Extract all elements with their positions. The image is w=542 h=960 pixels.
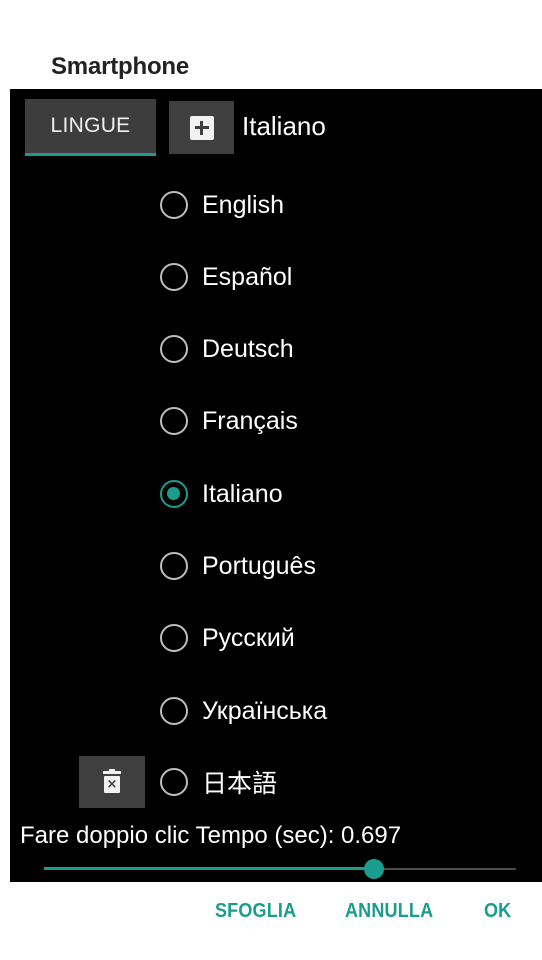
dialog-content: LINGUE Italiano English Español Deutsch … bbox=[10, 89, 542, 882]
radio-button[interactable] bbox=[160, 335, 188, 363]
slider-thumb[interactable] bbox=[364, 859, 384, 879]
language-option-english[interactable]: English bbox=[160, 185, 284, 225]
double-click-time-slider[interactable] bbox=[44, 856, 516, 882]
language-option-french[interactable]: Français bbox=[160, 401, 298, 441]
language-dialog: Smartphone LINGUE Italiano English Españ… bbox=[0, 0, 542, 960]
language-option-label: Русский bbox=[202, 623, 295, 652]
language-option-italian[interactable]: Italiano bbox=[160, 474, 283, 514]
ok-button[interactable]: OK bbox=[484, 900, 511, 923]
current-language-label: Italiano bbox=[242, 111, 326, 141]
trash-icon: × bbox=[103, 769, 121, 793]
delete-language-button[interactable]: × bbox=[79, 756, 145, 808]
lingue-tab-button[interactable]: LINGUE bbox=[25, 99, 156, 156]
radio-button[interactable] bbox=[160, 191, 188, 219]
language-option-ukrainian[interactable]: Українська bbox=[160, 691, 327, 731]
cancel-button[interactable]: ANNULLA bbox=[345, 900, 433, 923]
radio-button[interactable] bbox=[160, 263, 188, 291]
language-option-russian[interactable]: Русский bbox=[160, 618, 295, 658]
language-option-portuguese[interactable]: Português bbox=[160, 546, 316, 586]
radio-button[interactable] bbox=[160, 407, 188, 435]
radio-button[interactable] bbox=[160, 624, 188, 652]
language-option-label: Français bbox=[202, 406, 298, 435]
radio-button-selected[interactable] bbox=[160, 480, 188, 508]
double-click-time-label: Fare doppio clic Tempo (sec): 0.697 bbox=[20, 822, 402, 849]
language-option-label: English bbox=[202, 190, 284, 219]
add-language-button[interactable] bbox=[169, 101, 234, 154]
language-option-japanese[interactable]: 日本語 bbox=[160, 762, 277, 802]
browse-button[interactable]: SFOGLIA bbox=[215, 900, 296, 923]
language-option-label: Українська bbox=[202, 696, 328, 725]
language-option-spanish[interactable]: Español bbox=[160, 257, 292, 297]
radio-button[interactable] bbox=[160, 697, 188, 725]
language-option-label: Português bbox=[202, 551, 316, 580]
plus-icon bbox=[189, 115, 214, 140]
dialog-title: Smartphone bbox=[51, 53, 190, 80]
language-option-label: 日本語 bbox=[202, 770, 278, 798]
language-option-label: Italiano bbox=[202, 479, 283, 508]
language-option-label: Español bbox=[202, 262, 293, 291]
language-option-label: Deutsch bbox=[202, 334, 294, 363]
language-option-german[interactable]: Deutsch bbox=[160, 329, 294, 369]
slider-fill bbox=[44, 867, 374, 870]
dialog-actions: SFOGLIA ANNULLA OK bbox=[0, 882, 542, 960]
radio-button[interactable] bbox=[160, 768, 188, 796]
radio-button[interactable] bbox=[160, 552, 188, 580]
